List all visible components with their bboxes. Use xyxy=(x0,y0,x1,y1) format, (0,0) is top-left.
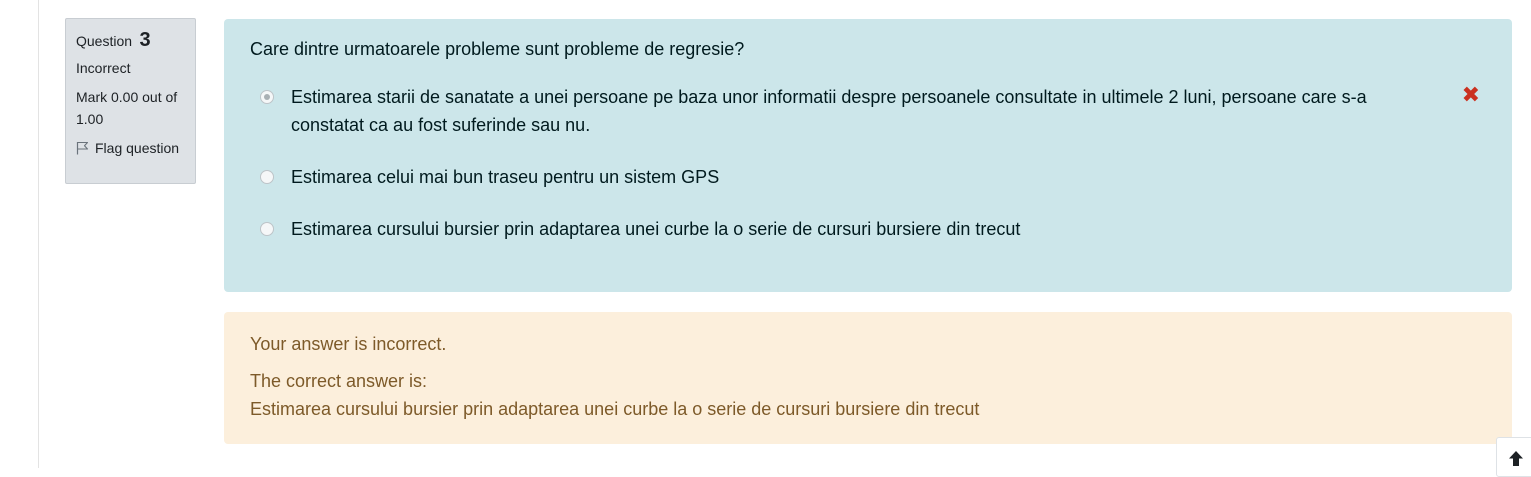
feedback-panel: Your answer is incorrect. The correct an… xyxy=(224,312,1512,444)
question-label: Question xyxy=(76,33,133,49)
page-left-border xyxy=(38,0,39,468)
arrow-up-icon xyxy=(1509,451,1523,466)
question-number: 3 xyxy=(139,29,151,51)
flag-question-button[interactable]: Flag question xyxy=(76,140,185,156)
feedback-status: Your answer is incorrect. xyxy=(250,334,447,354)
answer-option-2[interactable]: Estimarea celui mai bun traseu pentru un… xyxy=(250,163,1486,191)
correct-answer-text: Estimarea cursului bursier prin adaptare… xyxy=(250,399,980,419)
question-state: Incorrect xyxy=(76,60,131,76)
correct-answer-label: The correct answer is: xyxy=(250,371,428,391)
answer-text-3: Estimarea cursului bursier prin adaptare… xyxy=(291,219,1021,239)
back-to-top-button[interactable] xyxy=(1496,437,1531,477)
answer-text-2: Estimarea celui mai bun traseu pentru un… xyxy=(291,167,720,187)
question-mark: Mark 0.00 out of 1.00 xyxy=(76,89,178,127)
question-content: Care dintre urmatoarele probleme sunt pr… xyxy=(224,19,1512,292)
answer-radio-2[interactable] xyxy=(260,170,274,184)
answer-radio-3[interactable] xyxy=(260,222,274,236)
question-info-panel: Question 3 Incorrect Mark 0.00 out of 1.… xyxy=(65,18,196,184)
question-number-heading: Question 3 xyxy=(76,29,185,52)
answer-list: Estimarea starii de sanatate a unei pers… xyxy=(250,83,1486,243)
flag-icon xyxy=(76,141,89,155)
incorrect-cross-icon: ✖ xyxy=(1461,82,1480,107)
answer-text-1: Estimarea starii de sanatate a unei pers… xyxy=(291,87,1367,135)
question-text: Care dintre urmatoarele probleme sunt pr… xyxy=(250,39,745,59)
answer-radio-1[interactable] xyxy=(260,90,274,104)
flag-question-label: Flag question xyxy=(95,140,180,156)
answer-option-1[interactable]: Estimarea starii de sanatate a unei pers… xyxy=(250,83,1486,139)
answer-option-3[interactable]: Estimarea cursului bursier prin adaptare… xyxy=(250,215,1486,243)
